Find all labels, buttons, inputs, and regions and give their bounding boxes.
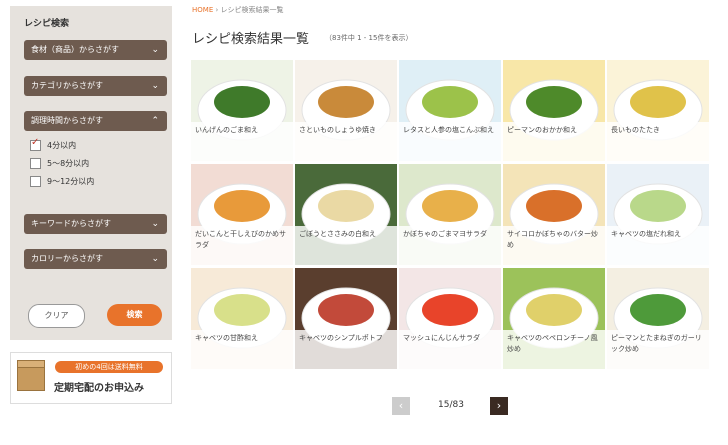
breadcrumb-separator: › <box>215 6 219 14</box>
chevron-down-icon: ⌄ <box>151 219 159 229</box>
banner-label: 定期宅配のお申込み <box>54 383 144 394</box>
recipe-title: ピーマンとたまねぎのガーリック炒め <box>611 334 702 353</box>
prev-page-button[interactable]: ‹ <box>392 397 410 415</box>
recipe-photo <box>399 164 501 265</box>
recipe-card[interactable]: ピーマンのおかか和え <box>503 60 605 161</box>
recipe-photo <box>191 60 293 161</box>
recipe-card[interactable]: いんげんのごま和え <box>191 60 293 161</box>
recipe-title: いんげんのごま和え <box>195 126 258 134</box>
recipe-title: キャベツの甘酢和え <box>195 334 258 342</box>
accordion-cooking-time[interactable]: 調理時間からさがす ⌃ <box>24 111 167 131</box>
result-count: （83件中 1 - 15件を表示） <box>325 34 413 42</box>
recipe-photo <box>295 60 397 161</box>
recipe-photo <box>607 164 709 265</box>
recipe-photo <box>607 60 709 161</box>
breadcrumb: HOME › レシピ検索結果一覧 <box>192 5 284 15</box>
breadcrumb-home-link[interactable]: HOME <box>192 6 213 14</box>
checkbox-icon[interactable] <box>30 176 41 187</box>
next-page-button[interactable]: › <box>490 397 508 415</box>
accordion-ingredient[interactable]: 食材（商品）からさがす ⌄ <box>24 40 167 60</box>
accordion-label: カテゴリからさがす <box>31 81 103 90</box>
accordion-label: 食材（商品）からさがす <box>31 45 119 54</box>
recipe-photo <box>191 268 293 369</box>
search-button[interactable]: 検索 <box>107 304 162 326</box>
recipe-photo <box>295 164 397 265</box>
recipe-card[interactable]: サイコロかぼちゃのバター炒め <box>503 164 605 265</box>
time-option-9-12min[interactable]: 9〜12分以内 <box>30 176 94 187</box>
recipe-card[interactable]: レタスと人参の塩こんぶ和え <box>399 60 501 161</box>
sidebar-title: レシピ検索 <box>24 19 70 29</box>
box-icon <box>17 360 45 391</box>
breadcrumb-current: レシピ検索結果一覧 <box>220 6 284 14</box>
option-label: 9〜12分以内 <box>47 177 95 186</box>
page-indicator: 15/83 <box>438 400 464 410</box>
chevron-up-icon: ⌃ <box>151 116 159 126</box>
accordion-keyword[interactable]: キーワードからさがす ⌄ <box>24 214 167 234</box>
recipe-card[interactable]: ピーマンとたまねぎのガーリック炒め <box>607 268 709 369</box>
recipe-title: ごぼうとささみの白和え <box>299 230 376 238</box>
recipe-card[interactable]: キャベツのシンプルポトフ <box>295 268 397 369</box>
recipe-title: ピーマンのおかか和え <box>507 126 577 134</box>
recipe-card[interactable]: だいこんと干しえびのかめサラダ <box>191 164 293 265</box>
recipe-card[interactable]: マッシュにんじんサラダ <box>399 268 501 369</box>
recipe-photo <box>399 268 501 369</box>
chevron-down-icon: ⌄ <box>151 254 159 264</box>
recipe-title: だいこんと干しえびのかめサラダ <box>195 230 286 249</box>
recipe-card[interactable]: かぼちゃのごまマヨサラダ <box>399 164 501 265</box>
recipe-title: レタスと人参の塩こんぶ和え <box>403 126 494 134</box>
search-sidebar: レシピ検索 食材（商品）からさがす ⌄ カテゴリからさがす ⌄ 調理時間からさが… <box>10 6 172 340</box>
checkbox-icon[interactable] <box>30 158 41 169</box>
accordion-calorie[interactable]: カロリーからさがす ⌄ <box>24 249 167 269</box>
recipe-card[interactable]: さといものしょうゆ焼き <box>295 60 397 161</box>
accordion-label: 調理時間からさがす <box>31 116 103 125</box>
accordion-label: キーワードからさがす <box>31 219 111 228</box>
recipe-photo <box>503 60 605 161</box>
recipe-title: さといものしょうゆ焼き <box>299 126 376 134</box>
recipe-photo <box>399 60 501 161</box>
recipe-card[interactable]: キャベツのペペロンチーノ風炒め <box>503 268 605 369</box>
option-label: 4分以内 <box>47 141 77 150</box>
recipe-card[interactable]: 長いものたたき <box>607 60 709 161</box>
recipe-card[interactable]: ごぼうとささみの白和え <box>295 164 397 265</box>
recipe-card[interactable]: キャベツの甘酢和え <box>191 268 293 369</box>
recipe-title: マッシュにんじんサラダ <box>403 334 480 342</box>
option-label: 5〜8分以内 <box>47 159 90 168</box>
recipe-photo <box>295 268 397 369</box>
recipe-title: かぼちゃのごまマヨサラダ <box>403 230 487 238</box>
free-shipping-badge: 初めの4回は送料無料 <box>55 361 163 373</box>
time-option-5-8min[interactable]: 5〜8分以内 <box>30 158 89 169</box>
chevron-down-icon: ⌄ <box>151 45 159 55</box>
time-option-4min[interactable]: 4分以内 <box>30 137 77 151</box>
recipe-title: キャベツの塩だれ和え <box>611 230 681 238</box>
recipe-title: 長いものたたき <box>611 126 660 134</box>
checkbox-icon[interactable] <box>30 137 41 151</box>
subscription-banner[interactable]: 初めの4回は送料無料 定期宅配のお申込み <box>10 352 172 404</box>
page-title: レシピ検索結果一覧 <box>192 32 310 47</box>
recipe-card[interactable]: キャベツの塩だれ和え <box>607 164 709 265</box>
accordion-label: カロリーからさがす <box>31 254 103 263</box>
accordion-category[interactable]: カテゴリからさがす ⌄ <box>24 76 167 96</box>
recipe-title: サイコロかぼちゃのバター炒め <box>507 230 598 249</box>
recipe-title: キャベツのペペロンチーノ風炒め <box>507 334 598 353</box>
clear-button[interactable]: クリア <box>28 304 85 328</box>
chevron-down-icon: ⌄ <box>151 81 159 91</box>
recipe-title: キャベツのシンプルポトフ <box>299 334 383 342</box>
